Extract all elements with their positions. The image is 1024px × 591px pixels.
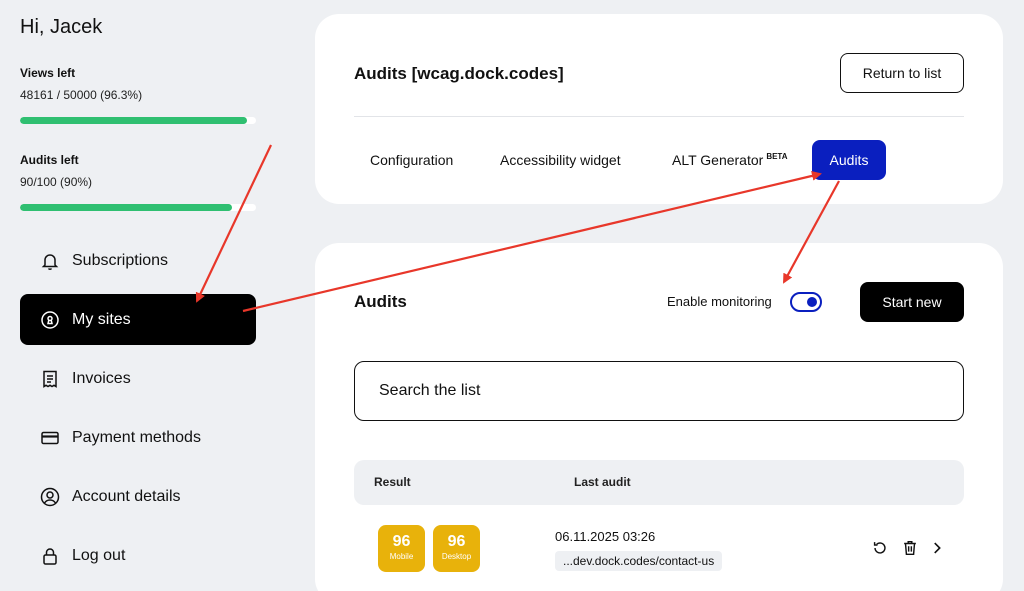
desktop-score: 96 bbox=[447, 533, 466, 550]
audits-progress-fill bbox=[20, 204, 233, 211]
tab-audits[interactable]: Audits bbox=[812, 140, 886, 180]
header-divider bbox=[354, 116, 964, 117]
tab-label: Audits bbox=[829, 152, 869, 168]
trash-icon[interactable] bbox=[901, 539, 919, 557]
beta-badge: BETA bbox=[766, 151, 788, 161]
sidebar-item-payment-methods[interactable]: Payment methods bbox=[20, 412, 256, 463]
credit-card-icon bbox=[40, 428, 60, 448]
desktop-label: Desktop bbox=[441, 552, 472, 561]
toggle-knob bbox=[807, 297, 817, 307]
start-new-button[interactable]: Start new bbox=[860, 282, 964, 322]
greeting: Hi, Jacek bbox=[20, 16, 103, 38]
audits-progress-bar bbox=[20, 204, 256, 211]
monitoring-toggle[interactable] bbox=[790, 292, 822, 312]
bell-icon bbox=[40, 251, 60, 271]
column-last-audit: Last audit bbox=[574, 475, 631, 489]
mobile-score: 96 bbox=[392, 533, 411, 550]
tab-label: Accessibility widget bbox=[500, 152, 621, 168]
tab-label: ALT Generator bbox=[672, 152, 764, 168]
mobile-label: Mobile bbox=[389, 552, 414, 561]
mobile-score-badge[interactable]: 96 Mobile bbox=[378, 525, 425, 572]
sidebar-item-subscriptions[interactable]: Subscriptions bbox=[20, 235, 256, 286]
sidebar: Hi, Jacek Views left 48161 / 50000 (96.3… bbox=[0, 0, 275, 591]
lock-icon bbox=[40, 546, 60, 566]
tab-label: Configuration bbox=[370, 152, 454, 168]
desktop-score-badge[interactable]: 96 Desktop bbox=[433, 525, 480, 572]
audits-left-value: 90/100 (90%) bbox=[20, 175, 93, 189]
invoice-icon bbox=[40, 369, 60, 389]
sidebar-item-label: Log out bbox=[72, 546, 126, 564]
sidebar-item-label: Payment methods bbox=[72, 428, 201, 446]
section-title: Audits bbox=[354, 292, 407, 311]
chevron-right-icon[interactable] bbox=[928, 539, 946, 557]
tab-alt-generator[interactable]: ALT Generator BETA bbox=[656, 140, 804, 180]
refresh-icon[interactable] bbox=[871, 539, 889, 557]
monitoring-label: Enable monitoring bbox=[667, 294, 772, 309]
tab-configuration[interactable]: Configuration bbox=[354, 140, 469, 180]
table-header: Result Last audit bbox=[354, 460, 964, 505]
site-icon bbox=[40, 310, 60, 330]
search-input[interactable]: Search the list bbox=[354, 361, 964, 421]
views-progress-bar bbox=[20, 117, 256, 124]
sidebar-item-label: Subscriptions bbox=[72, 251, 169, 269]
column-result: Result bbox=[374, 475, 411, 489]
return-to-list-button[interactable]: Return to list bbox=[840, 53, 964, 93]
views-left-value: 48161 / 50000 (96.3%) bbox=[20, 88, 143, 102]
sidebar-item-label: Account details bbox=[72, 487, 181, 505]
audits-left-label: Audits left bbox=[20, 153, 79, 167]
site-header-card: Audits [wcag.dock.codes] Return to list … bbox=[315, 14, 1003, 204]
sidebar-item-label: Invoices bbox=[72, 369, 131, 387]
sidebar-item-account-details[interactable]: Account details bbox=[20, 471, 256, 522]
page-title: Audits [wcag.dock.codes] bbox=[354, 64, 564, 83]
sidebar-item-label: My sites bbox=[72, 310, 131, 328]
sidebar-item-log-out[interactable]: Log out bbox=[20, 530, 256, 581]
sidebar-item-my-sites[interactable]: My sites bbox=[20, 294, 256, 345]
audit-url: ...dev.dock.codes/contact-us bbox=[555, 551, 723, 571]
tab-accessibility-widget[interactable]: Accessibility widget bbox=[484, 140, 637, 180]
audit-date: 06.11.2025 03:26 bbox=[555, 529, 656, 544]
sidebar-item-invoices[interactable]: Invoices bbox=[20, 353, 256, 404]
audits-card: Audits Enable monitoring Start new Searc… bbox=[315, 243, 1003, 591]
user-icon bbox=[40, 487, 60, 507]
views-progress-fill bbox=[20, 117, 248, 124]
views-left-label: Views left bbox=[20, 66, 76, 80]
